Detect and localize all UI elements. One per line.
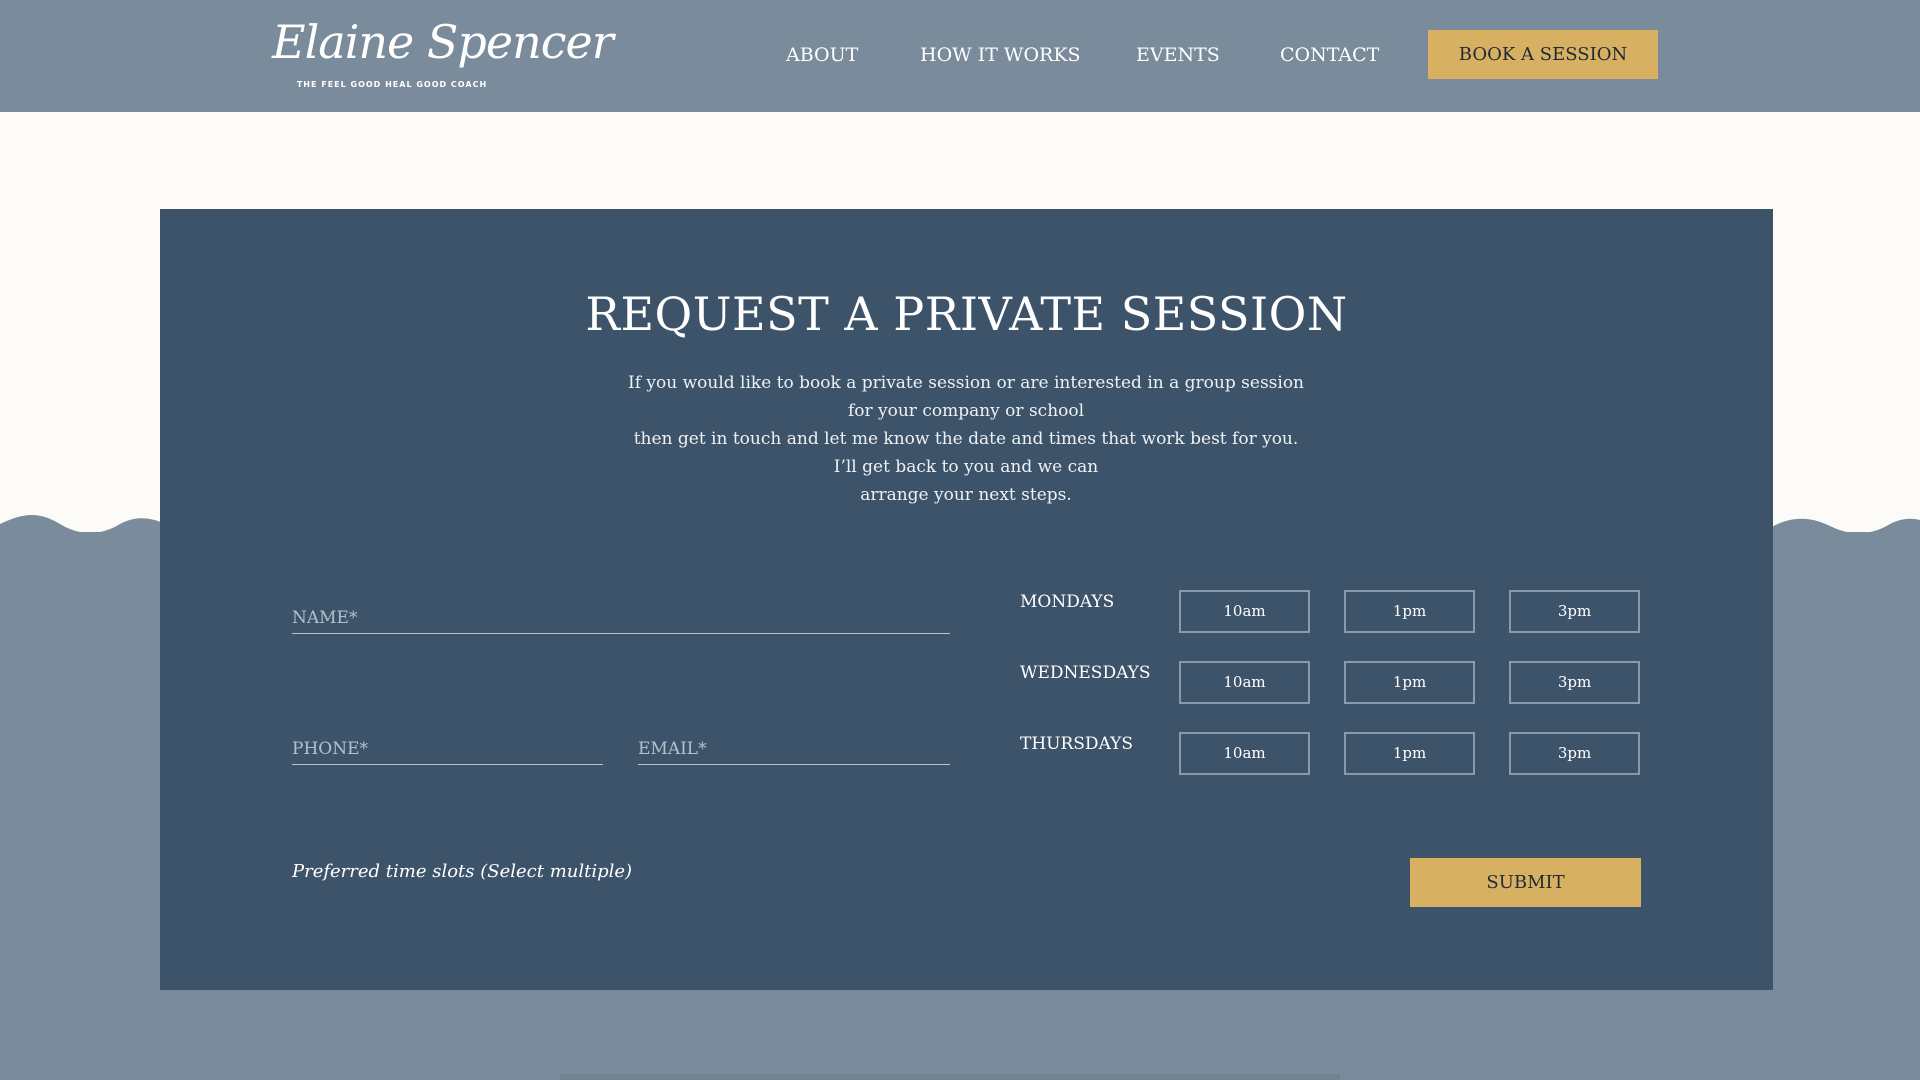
brand-logo[interactable]: Elaine Spencer THE FEEL GOOD HEAL GOOD C…: [272, 10, 614, 94]
name-field-wrapper: [292, 598, 950, 634]
nav-about[interactable]: ABOUT: [786, 30, 858, 80]
form-title: REQUEST A PRIVATE SESSION: [585, 287, 1348, 341]
book-session-button[interactable]: BOOK A SESSION: [1428, 30, 1658, 79]
slot-thursdays-10am[interactable]: 10am: [1179, 732, 1310, 775]
time-slot-hint: Preferred time slots (Select multiple): [292, 861, 633, 882]
brand-name: Elaine Spencer: [272, 15, 614, 69]
nav-events[interactable]: EVENTS: [1136, 30, 1220, 80]
wave-divider-left: [0, 515, 170, 542]
phone-input[interactable]: [292, 729, 603, 764]
description-line: arrange your next steps.: [860, 485, 1072, 505]
slot-wednesdays-3pm[interactable]: 3pm: [1509, 661, 1640, 704]
description-line: I’ll get back to you and we can: [833, 457, 1099, 477]
slot-wednesdays-10am[interactable]: 10am: [1179, 661, 1310, 704]
slot-wednesdays-1pm[interactable]: 1pm: [1344, 661, 1475, 704]
submit-button[interactable]: SUBMIT: [1410, 858, 1641, 907]
name-input[interactable]: [292, 598, 950, 633]
slot-mondays-1pm[interactable]: 1pm: [1344, 590, 1475, 633]
slot-mondays-10am[interactable]: 10am: [1179, 590, 1310, 633]
day-label-thursdays: THURSDAYS: [1020, 734, 1134, 754]
description-line: then get in touch and let me know the da…: [633, 429, 1299, 449]
description-line: for your company or school: [847, 401, 1085, 421]
phone-field-wrapper: [292, 729, 603, 765]
slot-thursdays-3pm[interactable]: 3pm: [1509, 732, 1640, 775]
footer-edge: [560, 1074, 1340, 1080]
email-field-wrapper: [638, 729, 950, 765]
nav-how-it-works[interactable]: HOW IT WORKS: [920, 30, 1081, 80]
day-label-wednesdays: WEDNESDAYS: [1020, 663, 1151, 683]
nav-contact[interactable]: CONTACT: [1280, 30, 1379, 80]
site-header: Elaine Spencer THE FEEL GOOD HEAL GOOD C…: [0, 0, 1920, 112]
slot-mondays-3pm[interactable]: 3pm: [1509, 590, 1640, 633]
request-session-panel: REQUEST A PRIVATE SESSION If you would l…: [160, 209, 1773, 990]
email-input[interactable]: [638, 729, 950, 764]
slot-thursdays-1pm[interactable]: 1pm: [1344, 732, 1475, 775]
day-label-mondays: MONDAYS: [1020, 592, 1115, 612]
form-description: If you would like to book a private sess…: [616, 369, 1316, 509]
brand-tagline: THE FEEL GOOD HEAL GOOD COACH: [296, 80, 488, 89]
wave-divider-right: [1770, 518, 1920, 542]
description-line: If you would like to book a private sess…: [627, 373, 1305, 393]
